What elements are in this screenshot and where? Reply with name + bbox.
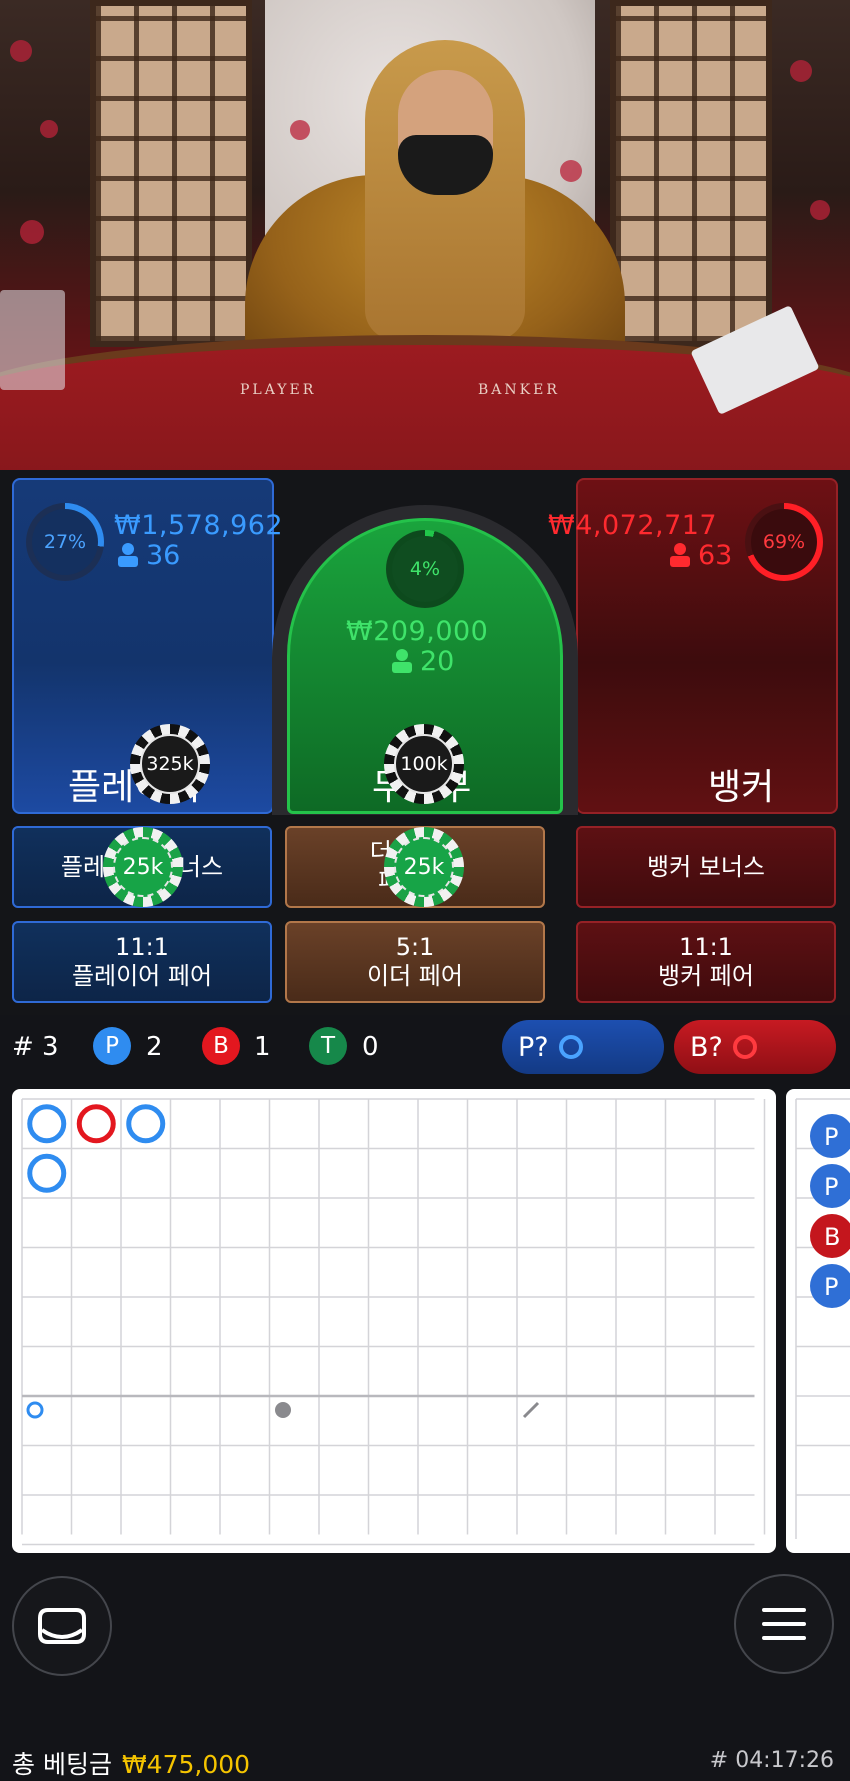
hollow-circle-icon <box>732 1035 757 1059</box>
road-grid <box>21 1098 766 1546</box>
side-bet-odds: 5:1 <box>395 933 435 961</box>
blossom <box>10 40 32 62</box>
lobby-button[interactable] <box>12 1576 112 1676</box>
felt-banker-label: BANKER <box>478 382 560 398</box>
player-predict-label: P? <box>518 1031 549 1063</box>
live-video-stream: PLAYER BANKER <box>0 0 850 480</box>
perfect-pair-chip[interactable]: 25k <box>384 827 464 907</box>
player-pair-button[interactable]: 11:1 플레이어 페어 <box>12 921 272 1003</box>
side-bet-odds: 11:1 <box>115 933 169 961</box>
person-icon <box>670 543 690 574</box>
banker-zone-label: 뱅커 <box>708 767 775 808</box>
bead-letter: P <box>824 1273 838 1301</box>
wooden-screen-right <box>610 0 772 347</box>
banker-win-count: 1 <box>254 1032 271 1062</box>
side-bet-odds: 11:1 <box>679 933 733 961</box>
tie-bet-chip[interactable]: 100k <box>384 724 464 804</box>
menu-icon <box>762 1608 806 1640</box>
blossom <box>790 60 812 82</box>
blossom <box>290 120 310 140</box>
banker-percent: 69% <box>751 509 817 575</box>
banker-predict-button[interactable]: B? <box>674 1020 836 1074</box>
tie-bettor-count: 20 <box>392 646 454 680</box>
tie-percent: 4% <box>392 536 458 602</box>
blossom <box>810 200 830 220</box>
tie-count: 0 <box>362 1032 379 1062</box>
player-predict-button[interactable]: P? <box>502 1020 664 1074</box>
side-bet-label: 뱅커 보너스 <box>646 852 766 881</box>
side-bet-label: 뱅커 페어 <box>658 962 754 990</box>
player-total-amount: ₩1,578,962 <box>114 510 284 541</box>
player-bonus-chip[interactable]: 25k <box>103 827 183 907</box>
big-road-scoreboard[interactable] <box>12 1089 776 1553</box>
player-result-marker <box>27 1104 67 1144</box>
hollow-circle-icon <box>558 1035 583 1059</box>
banker-bettor-count: 63 <box>670 540 732 574</box>
player-percent-ring: 27% <box>26 503 104 581</box>
round-number: # 3 <box>12 1032 59 1062</box>
player-percent: 27% <box>32 509 98 575</box>
wooden-screen-left <box>90 0 252 347</box>
side-bet-label: 이더 페어 <box>367 962 463 990</box>
menu-button[interactable] <box>734 1574 834 1674</box>
bead-letter: B <box>824 1223 840 1251</box>
bead-road-scoreboard[interactable]: PPBP <box>786 1089 850 1553</box>
banker-predict-label: B? <box>690 1031 723 1063</box>
bead-road-grid: PPBP <box>795 1098 850 1539</box>
tie-count-value: 20 <box>420 646 455 677</box>
player-bet-chip[interactable]: 325k <box>130 724 210 804</box>
bead-letter: P <box>824 1173 838 1201</box>
banker-percent-ring: 69% <box>745 503 823 581</box>
small-road-marker <box>275 1402 291 1418</box>
banker-result-marker <box>76 1104 116 1144</box>
player-bettor-count: 36 <box>118 540 180 574</box>
cockroach-road-marker <box>522 1401 540 1419</box>
banker-count-value: 63 <box>698 540 733 571</box>
blossom <box>40 120 58 138</box>
card-holder <box>0 290 65 390</box>
big-eye-marker <box>26 1401 44 1419</box>
player-badge: P <box>93 1027 131 1065</box>
player-result-marker <box>27 1153 67 1193</box>
player-result-marker <box>126 1104 166 1144</box>
banker-bonus-button[interactable]: 뱅커 보너스 <box>576 826 836 908</box>
round-id: # 04:17:26 <box>709 1748 834 1773</box>
banker-pair-button[interactable]: 11:1 뱅커 페어 <box>576 921 836 1003</box>
side-bet-label: 플레이어 페어 <box>71 962 213 990</box>
chip-value: 100k <box>394 734 454 794</box>
banker-total-amount: ₩4,072,717 <box>548 510 718 541</box>
total-bet-label: 총 베팅금 <box>12 1750 112 1779</box>
blossom <box>20 220 44 244</box>
lobby-icon <box>38 1608 86 1644</box>
chip-value: 325k <box>140 734 200 794</box>
total-bet-amount: ₩475,000 <box>121 1750 251 1779</box>
either-pair-button[interactable]: 5:1 이더 페어 <box>285 921 545 1003</box>
banker-badge: B <box>202 1027 240 1065</box>
blossom <box>560 160 582 182</box>
person-icon <box>118 543 138 574</box>
bead-letter: P <box>824 1123 838 1151</box>
felt-player-label: PLAYER <box>240 382 317 398</box>
chip-value: 25k <box>113 837 173 897</box>
player-count-value: 36 <box>146 540 181 571</box>
tie-percent-ring: 4% <box>386 530 464 608</box>
tie-badge: T <box>309 1027 347 1065</box>
person-icon <box>392 649 412 680</box>
chip-value: 25k <box>394 837 454 897</box>
tie-total-amount: ₩209,000 <box>346 616 489 647</box>
player-win-count: 2 <box>146 1032 163 1062</box>
